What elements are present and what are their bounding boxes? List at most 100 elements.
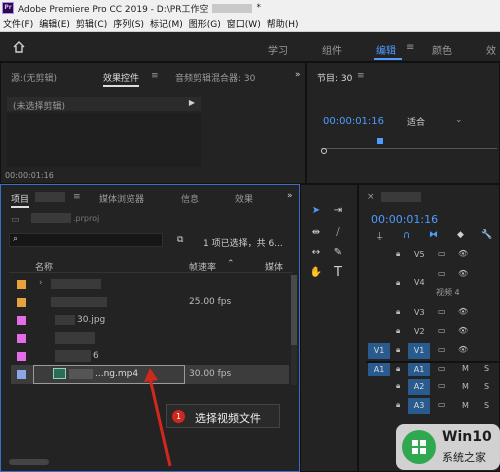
list-item[interactable]: 6 — [11, 347, 289, 366]
menu-marker[interactable]: 标记(M) — [147, 17, 186, 30]
effect-controls-timecode[interactable]: 00:00:01:16 — [5, 171, 54, 180]
column-frame-rate[interactable]: 帧速率 — [189, 260, 216, 273]
list-item[interactable]: › — [11, 275, 289, 294]
disclosure-triangle-icon[interactable]: › — [39, 278, 43, 288]
workspace-color[interactable]: 颜色 — [432, 42, 452, 57]
play-triangle-icon[interactable]: ▶ — [189, 98, 195, 107]
track-v1[interactable]: V1 🔒︎ V1 ▭ 👁︎ — [366, 342, 500, 360]
lock-icon[interactable]: 🔒︎ — [396, 345, 400, 355]
list-item[interactable] — [11, 329, 289, 348]
track-v3[interactable]: 🔒︎ V3 ▭ 👁︎ — [366, 304, 500, 322]
list-item[interactable]: 30.jpg — [11, 311, 289, 330]
workspace-assembly[interactable]: 组件 — [322, 42, 342, 57]
sort-ascending-icon[interactable]: ⌃ — [227, 259, 235, 269]
chevron-down-icon[interactable]: ⌄ — [455, 115, 463, 125]
panel-menu-icon[interactable]: ≡ — [73, 192, 81, 202]
eye-icon[interactable]: 👁︎ — [458, 307, 468, 316]
eye-icon[interactable]: 👁︎ — [458, 269, 468, 278]
slip-tool-icon[interactable]: ↔ — [309, 245, 323, 259]
project-scrollbar[interactable] — [291, 275, 297, 385]
sync-lock-icon[interactable]: ▭ — [438, 400, 446, 409]
tab-effect-controls[interactable]: 效果控件 — [103, 71, 140, 87]
workspace-editing[interactable]: 编辑 — [376, 42, 396, 57]
sync-lock-icon[interactable]: ▭ — [438, 269, 446, 278]
track-v4[interactable]: 🔒︎ V4 ▭ 👁︎ 视频 4 — [366, 266, 500, 300]
razor-tool-icon[interactable]: ⧸ — [331, 225, 345, 239]
fit-zoom-select[interactable]: 适合 — [407, 115, 425, 128]
track-select-tool-icon[interactable]: ⇥ — [331, 203, 345, 217]
workspace-learn[interactable]: 学习 — [268, 42, 288, 57]
column-name[interactable]: 名称 — [35, 260, 53, 273]
menu-window[interactable]: 窗口(W) — [224, 17, 264, 30]
menu-sequence[interactable]: 序列(S) — [110, 17, 147, 30]
add-marker-icon[interactable]: ◆ — [457, 230, 464, 240]
panel-menu-icon[interactable]: ≡ — [151, 71, 159, 81]
nest-toggle-icon[interactable]: ⍊ — [377, 231, 382, 241]
track-a2[interactable]: 🔒︎ A2 ▭ M S — [366, 378, 500, 396]
program-timecode[interactable]: 00:00:01:16 — [323, 116, 384, 127]
program-in-point-icon[interactable] — [321, 148, 327, 154]
track-v5[interactable]: 🔒︎ V5 ▭ 👁︎ — [366, 246, 500, 264]
menu-graphics[interactable]: 图形(G) — [186, 17, 224, 30]
sync-lock-icon[interactable]: ▭ — [438, 381, 446, 390]
timeline-timecode[interactable]: 00:00:01:16 — [371, 213, 438, 226]
pen-tool-icon[interactable]: ✎ — [331, 245, 345, 259]
solo-button[interactable]: S — [484, 401, 489, 410]
workspace-menu-icon[interactable]: ≡ — [406, 42, 414, 53]
ripple-edit-tool-icon[interactable]: ⇹ — [309, 225, 323, 239]
sync-lock-icon[interactable]: ▭ — [438, 307, 446, 316]
source-patch-v1[interactable]: V1 — [368, 343, 390, 359]
tab-info[interactable]: 信息 — [181, 192, 199, 205]
more-panels-icon[interactable]: » — [287, 191, 293, 201]
mute-button[interactable]: M — [462, 364, 469, 373]
solo-button[interactable]: S — [484, 382, 489, 391]
column-media[interactable]: 媒体 — [265, 260, 283, 273]
sync-lock-icon[interactable]: ▭ — [438, 345, 446, 354]
lock-icon[interactable]: 🔒︎ — [396, 381, 400, 391]
menu-clip[interactable]: 剪辑(C) — [73, 17, 110, 30]
lock-icon[interactable]: 🔒︎ — [396, 400, 400, 410]
tab-source[interactable]: 源:(无剪辑) — [11, 71, 57, 84]
mute-button[interactable]: M — [462, 382, 469, 391]
sync-lock-icon[interactable]: ▭ — [438, 249, 446, 258]
scrollbar-thumb[interactable] — [291, 275, 297, 345]
tab-effects[interactable]: 效果 — [235, 192, 253, 205]
program-time-ruler[interactable] — [321, 145, 497, 149]
linked-selection-icon[interactable]: ⧓ — [429, 230, 438, 240]
lock-icon[interactable]: 🔒︎ — [396, 278, 400, 288]
panel-menu-icon[interactable]: ≡ — [357, 71, 365, 81]
lock-icon[interactable]: 🔒︎ — [396, 249, 400, 259]
lock-icon[interactable]: 🔒︎ — [396, 326, 400, 336]
mute-button[interactable]: M — [462, 401, 469, 410]
snap-icon[interactable]: ∩ — [403, 230, 410, 241]
track-a3[interactable]: 🔒︎ A3 ▭ M S — [366, 397, 500, 415]
hand-tool-icon[interactable]: ✋ — [309, 265, 323, 279]
solo-button[interactable]: S — [484, 364, 489, 373]
source-patch-a1[interactable]: A1 — [368, 363, 390, 376]
list-item[interactable]: 25.00 fps — [11, 293, 289, 312]
workspace-effects[interactable]: 效 — [486, 42, 496, 57]
sync-lock-icon[interactable]: ▭ — [438, 364, 446, 373]
wrench-icon[interactable]: 🔧 — [481, 230, 492, 240]
track-a1[interactable]: A1 🔒︎ A1 ▭ M S — [366, 363, 500, 377]
home-icon[interactable] — [12, 40, 26, 54]
track-v2[interactable]: 🔒︎ V2 ▭ 👁︎ — [366, 323, 500, 341]
eye-icon[interactable]: 👁︎ — [458, 326, 468, 335]
menu-file[interactable]: 文件(F) — [0, 17, 36, 30]
menu-edit[interactable]: 编辑(E) — [36, 17, 73, 30]
tab-audio-clip-mixer[interactable]: 音频剪辑混合器: 30 — [175, 71, 255, 84]
playhead-marker-icon[interactable] — [377, 138, 383, 144]
close-tab-icon[interactable]: × — [367, 192, 375, 202]
eye-icon[interactable]: 👁︎ — [458, 249, 468, 258]
more-panels-icon[interactable]: » — [295, 70, 301, 80]
tab-media-browser[interactable]: 媒体浏览器 — [99, 192, 144, 205]
lock-icon[interactable]: 🔒︎ — [396, 364, 400, 374]
project-search-input[interactable]: ⌕ — [9, 233, 163, 247]
eye-icon[interactable]: 👁︎ — [458, 345, 468, 354]
type-tool-icon[interactable]: T — [331, 265, 345, 280]
tab-project[interactable]: 项目 — [11, 192, 30, 208]
sync-lock-icon[interactable]: ▭ — [438, 326, 446, 335]
selection-tool-icon[interactable]: ➤ — [309, 203, 323, 217]
new-search-bin-icon[interactable]: ⧉ — [177, 235, 183, 245]
menu-help[interactable]: 帮助(H) — [264, 17, 302, 30]
